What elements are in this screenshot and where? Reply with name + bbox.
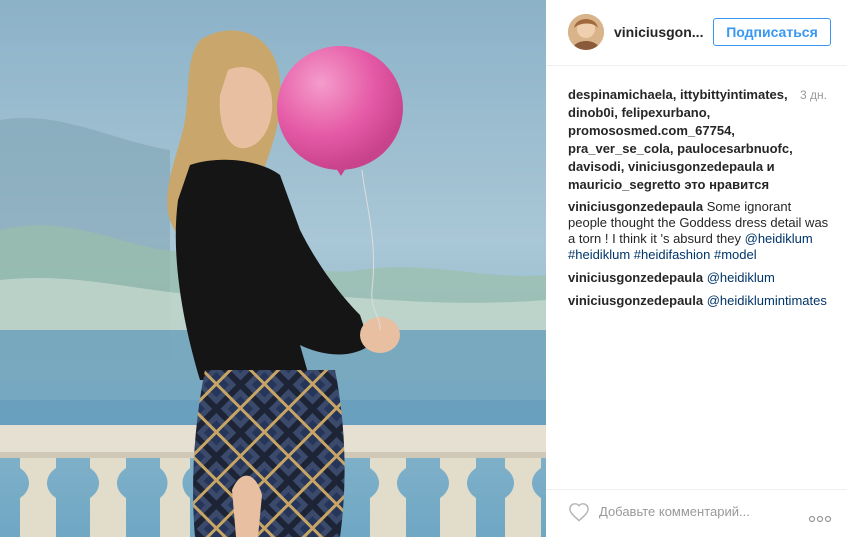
comment-tags[interactable]: @heidiklumintimates: [707, 293, 827, 308]
comment-author[interactable]: viniciusgonzedepaula: [568, 199, 703, 214]
more-options-icon[interactable]: [808, 510, 832, 523]
add-comment-bar: Добавьте комментарий...: [546, 489, 847, 537]
post-time[interactable]: 3 дн.: [800, 86, 827, 104]
comment-item: viniciusgonzedepaula @heidiklumintimates: [568, 293, 832, 309]
likes-summary[interactable]: despinamichaela, ittybittyintimates, din…: [568, 86, 798, 194]
post-sidebar: viniciusgon... Подписаться despinamichae…: [546, 0, 847, 537]
follow-button[interactable]: Подписаться: [713, 18, 831, 46]
post-header: viniciusgon... Подписаться: [546, 0, 847, 66]
comments-list: viniciusgonzedepaula Some ignorant peopl…: [568, 199, 832, 316]
heart-outline-icon[interactable]: [568, 502, 590, 522]
post-photo[interactable]: [0, 0, 546, 537]
post-author-username[interactable]: viniciusgon...: [614, 24, 703, 40]
comment-author[interactable]: viniciusgonzedepaula: [568, 270, 703, 285]
comment-author[interactable]: viniciusgonzedepaula: [568, 293, 703, 308]
comment-item: viniciusgonzedepaula Some ignorant peopl…: [568, 199, 832, 263]
comment-input[interactable]: Добавьте комментарий...: [599, 504, 750, 519]
comment-tags[interactable]: @heidiklum: [707, 270, 775, 285]
comment-item: viniciusgonzedepaula @heidiklum: [568, 270, 832, 286]
avatar[interactable]: [568, 14, 604, 50]
